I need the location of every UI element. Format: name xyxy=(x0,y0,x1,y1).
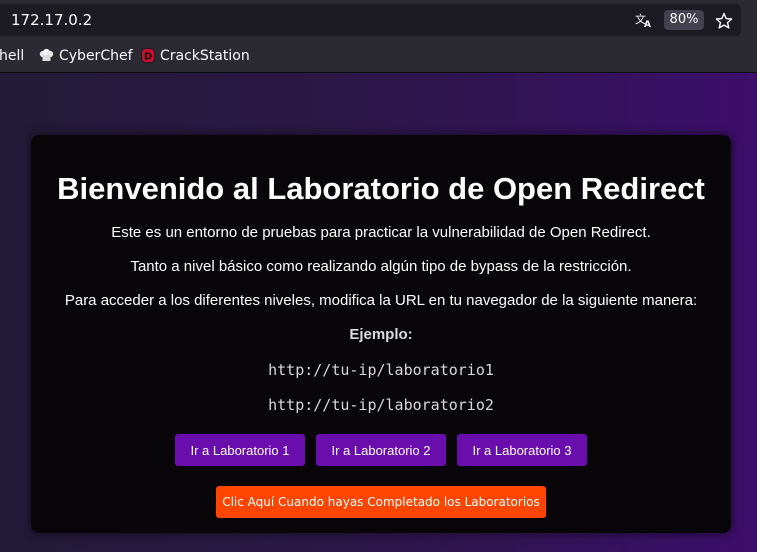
url-bar[interactable]: 172.17.0.2 文 A 80% xyxy=(0,4,741,36)
zoom-level-button[interactable]: 80% xyxy=(664,10,704,30)
lab-3-button[interactable]: Ir a Laboratorio 3 xyxy=(457,434,587,466)
lab-card: Bienvenido al Laboratorio de Open Redire… xyxy=(31,135,731,533)
bypass-paragraph: Tanto a nivel básico como realizando alg… xyxy=(130,258,632,275)
instructions-paragraph: Para acceder a los diferentes niveles, m… xyxy=(64,292,698,309)
intro-paragraph: Este es un entorno de pruebas para pract… xyxy=(111,224,651,241)
lab-1-button[interactable]: Ir a Laboratorio 1 xyxy=(175,434,305,466)
page-title: Bienvenido al Laboratorio de Open Redire… xyxy=(57,171,705,206)
bookmark-crackstation[interactable]: D CrackStation xyxy=(141,48,250,64)
example-url-2: http://tu-ip/laboratorio2 xyxy=(268,396,494,414)
chef-hat-icon xyxy=(39,48,54,61)
bookmark-label: CyberChef xyxy=(59,48,133,64)
bookmark-cyberchef[interactable]: CyberChef xyxy=(39,48,133,64)
page-background: Bienvenido al Laboratorio de Open Redire… xyxy=(0,73,757,552)
url-text[interactable]: 172.17.0.2 xyxy=(11,11,92,29)
browser-toolbar: 172.17.0.2 文 A 80% xyxy=(0,0,757,40)
lab-2-button[interactable]: Ir a Laboratorio 2 xyxy=(316,434,446,466)
crackstation-icon: D xyxy=(141,48,155,63)
example-label: Ejemplo: xyxy=(349,326,413,343)
bookmark-shell[interactable]: hell xyxy=(0,48,24,64)
svg-text:A: A xyxy=(644,20,651,28)
example-url-1: http://tu-ip/laboratorio1 xyxy=(268,361,494,379)
svg-text:D: D xyxy=(144,52,152,63)
bookmarks-toolbar: hell CyberChef D CrackStation xyxy=(0,40,757,73)
bookmark-label: CrackStation xyxy=(160,48,250,64)
completed-labs-button[interactable]: Clic Aquí Cuando hayas Completado los La… xyxy=(216,486,546,518)
bookmark-label: hell xyxy=(0,48,25,64)
translate-icon[interactable]: 文 A xyxy=(635,12,653,28)
bookmark-star-icon[interactable] xyxy=(715,12,733,30)
